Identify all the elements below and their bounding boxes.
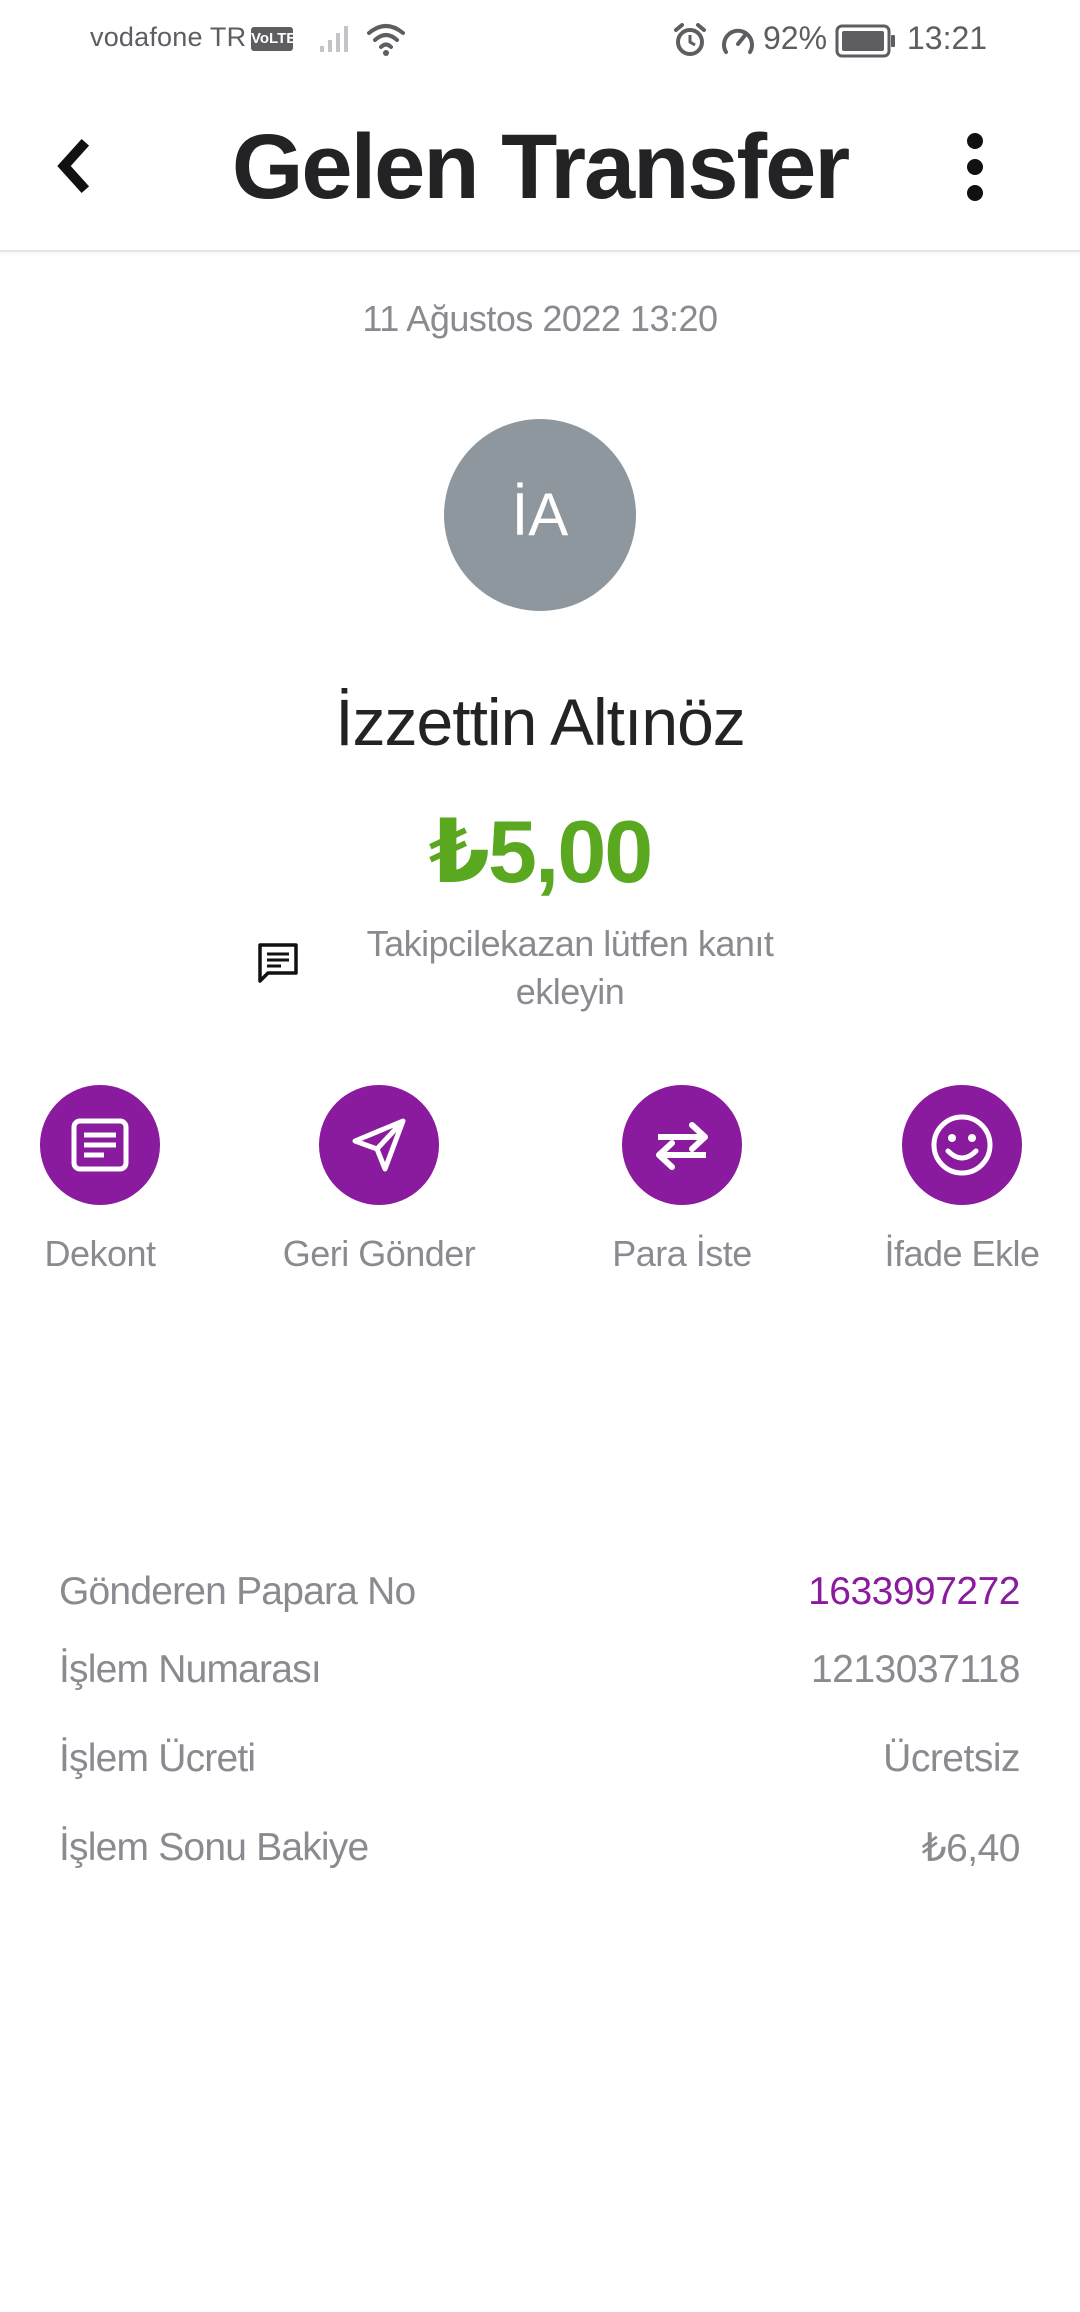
detail-label: İşlem Ücreti (59, 1737, 256, 1780)
back-button[interactable] (40, 126, 120, 206)
send-back-button-circle[interactable] (319, 1085, 439, 1205)
detail-row-transaction-number: İşlem Numarası 1213037118 (59, 1648, 1021, 1704)
wifi-icon (367, 24, 405, 56)
comment-icon (258, 943, 298, 983)
transfer-amount: ₺5,00 (428, 802, 654, 901)
request-money-button[interactable]: Para İste (552, 1085, 812, 1275)
detail-value: ₺6,40 (921, 1827, 1021, 1870)
app-header: Gelen Transfer (0, 82, 1080, 252)
data-saver-icon (722, 28, 754, 54)
signal-icon (320, 26, 348, 52)
send-back-button[interactable]: Geri Gönder (249, 1085, 509, 1275)
send-icon (352, 1118, 406, 1172)
transaction-date: 11 Ağustos 2022 13:20 (362, 298, 718, 339)
battery-icon (835, 24, 895, 58)
battery-percent: 92% (763, 20, 828, 56)
add-reaction-button[interactable]: İfade Ekle (832, 1085, 1080, 1275)
detail-row-final-balance: İşlem Sonu Bakiye ₺6,40 (59, 1826, 1021, 1882)
detail-label: İşlem Sonu Bakiye (59, 1826, 369, 1869)
receipt-button[interactable]: Dekont (0, 1085, 230, 1275)
clock: 13:21 (907, 20, 988, 56)
receipt-label: Dekont (44, 1233, 156, 1274)
status-bar: vodafone TR VoLTE 92% 13:21 (0, 0, 1080, 82)
page-title: Gelen Transfer (231, 116, 850, 218)
add-reaction-button-circle[interactable] (902, 1085, 1022, 1205)
detail-row-sender-papara-no: Gönderen Papara No 1633997272 (59, 1570, 1020, 1626)
volte-badge: VoLTE (251, 27, 296, 51)
detail-row-transaction-fee: İşlem Ücreti Ücretsiz (59, 1737, 1020, 1793)
alarm-icon (674, 23, 706, 56)
carrier-name: vodafone TR (90, 22, 247, 52)
detail-label: Gönderen Papara No (59, 1570, 416, 1613)
smile-icon (931, 1114, 993, 1176)
receipt-icon (71, 1118, 129, 1172)
chevron-left-icon (57, 138, 90, 194)
detail-value: Ücretsiz (883, 1737, 1020, 1780)
more-options-button[interactable] (950, 122, 1000, 212)
more-vertical-icon (967, 133, 983, 201)
send-back-label: Geri Gönder (282, 1233, 476, 1274)
sender-name: İzzettin Altınöz (335, 685, 746, 759)
request-money-button-circle[interactable] (622, 1085, 742, 1205)
avatar: İA (444, 419, 636, 611)
swap-icon (656, 1122, 708, 1170)
sender-papara-no-link[interactable]: 1633997272 (808, 1570, 1020, 1614)
detail-label: İşlem Numarası (59, 1648, 322, 1691)
request-money-label: Para İste (612, 1233, 752, 1274)
add-reaction-label: İfade Ekle (884, 1233, 1040, 1274)
receipt-button-circle[interactable] (40, 1085, 160, 1205)
detail-value: 1213037118 (810, 1648, 1021, 1691)
transfer-note: Takipcilekazan lütfen kanıt ekleyin (366, 923, 774, 1012)
